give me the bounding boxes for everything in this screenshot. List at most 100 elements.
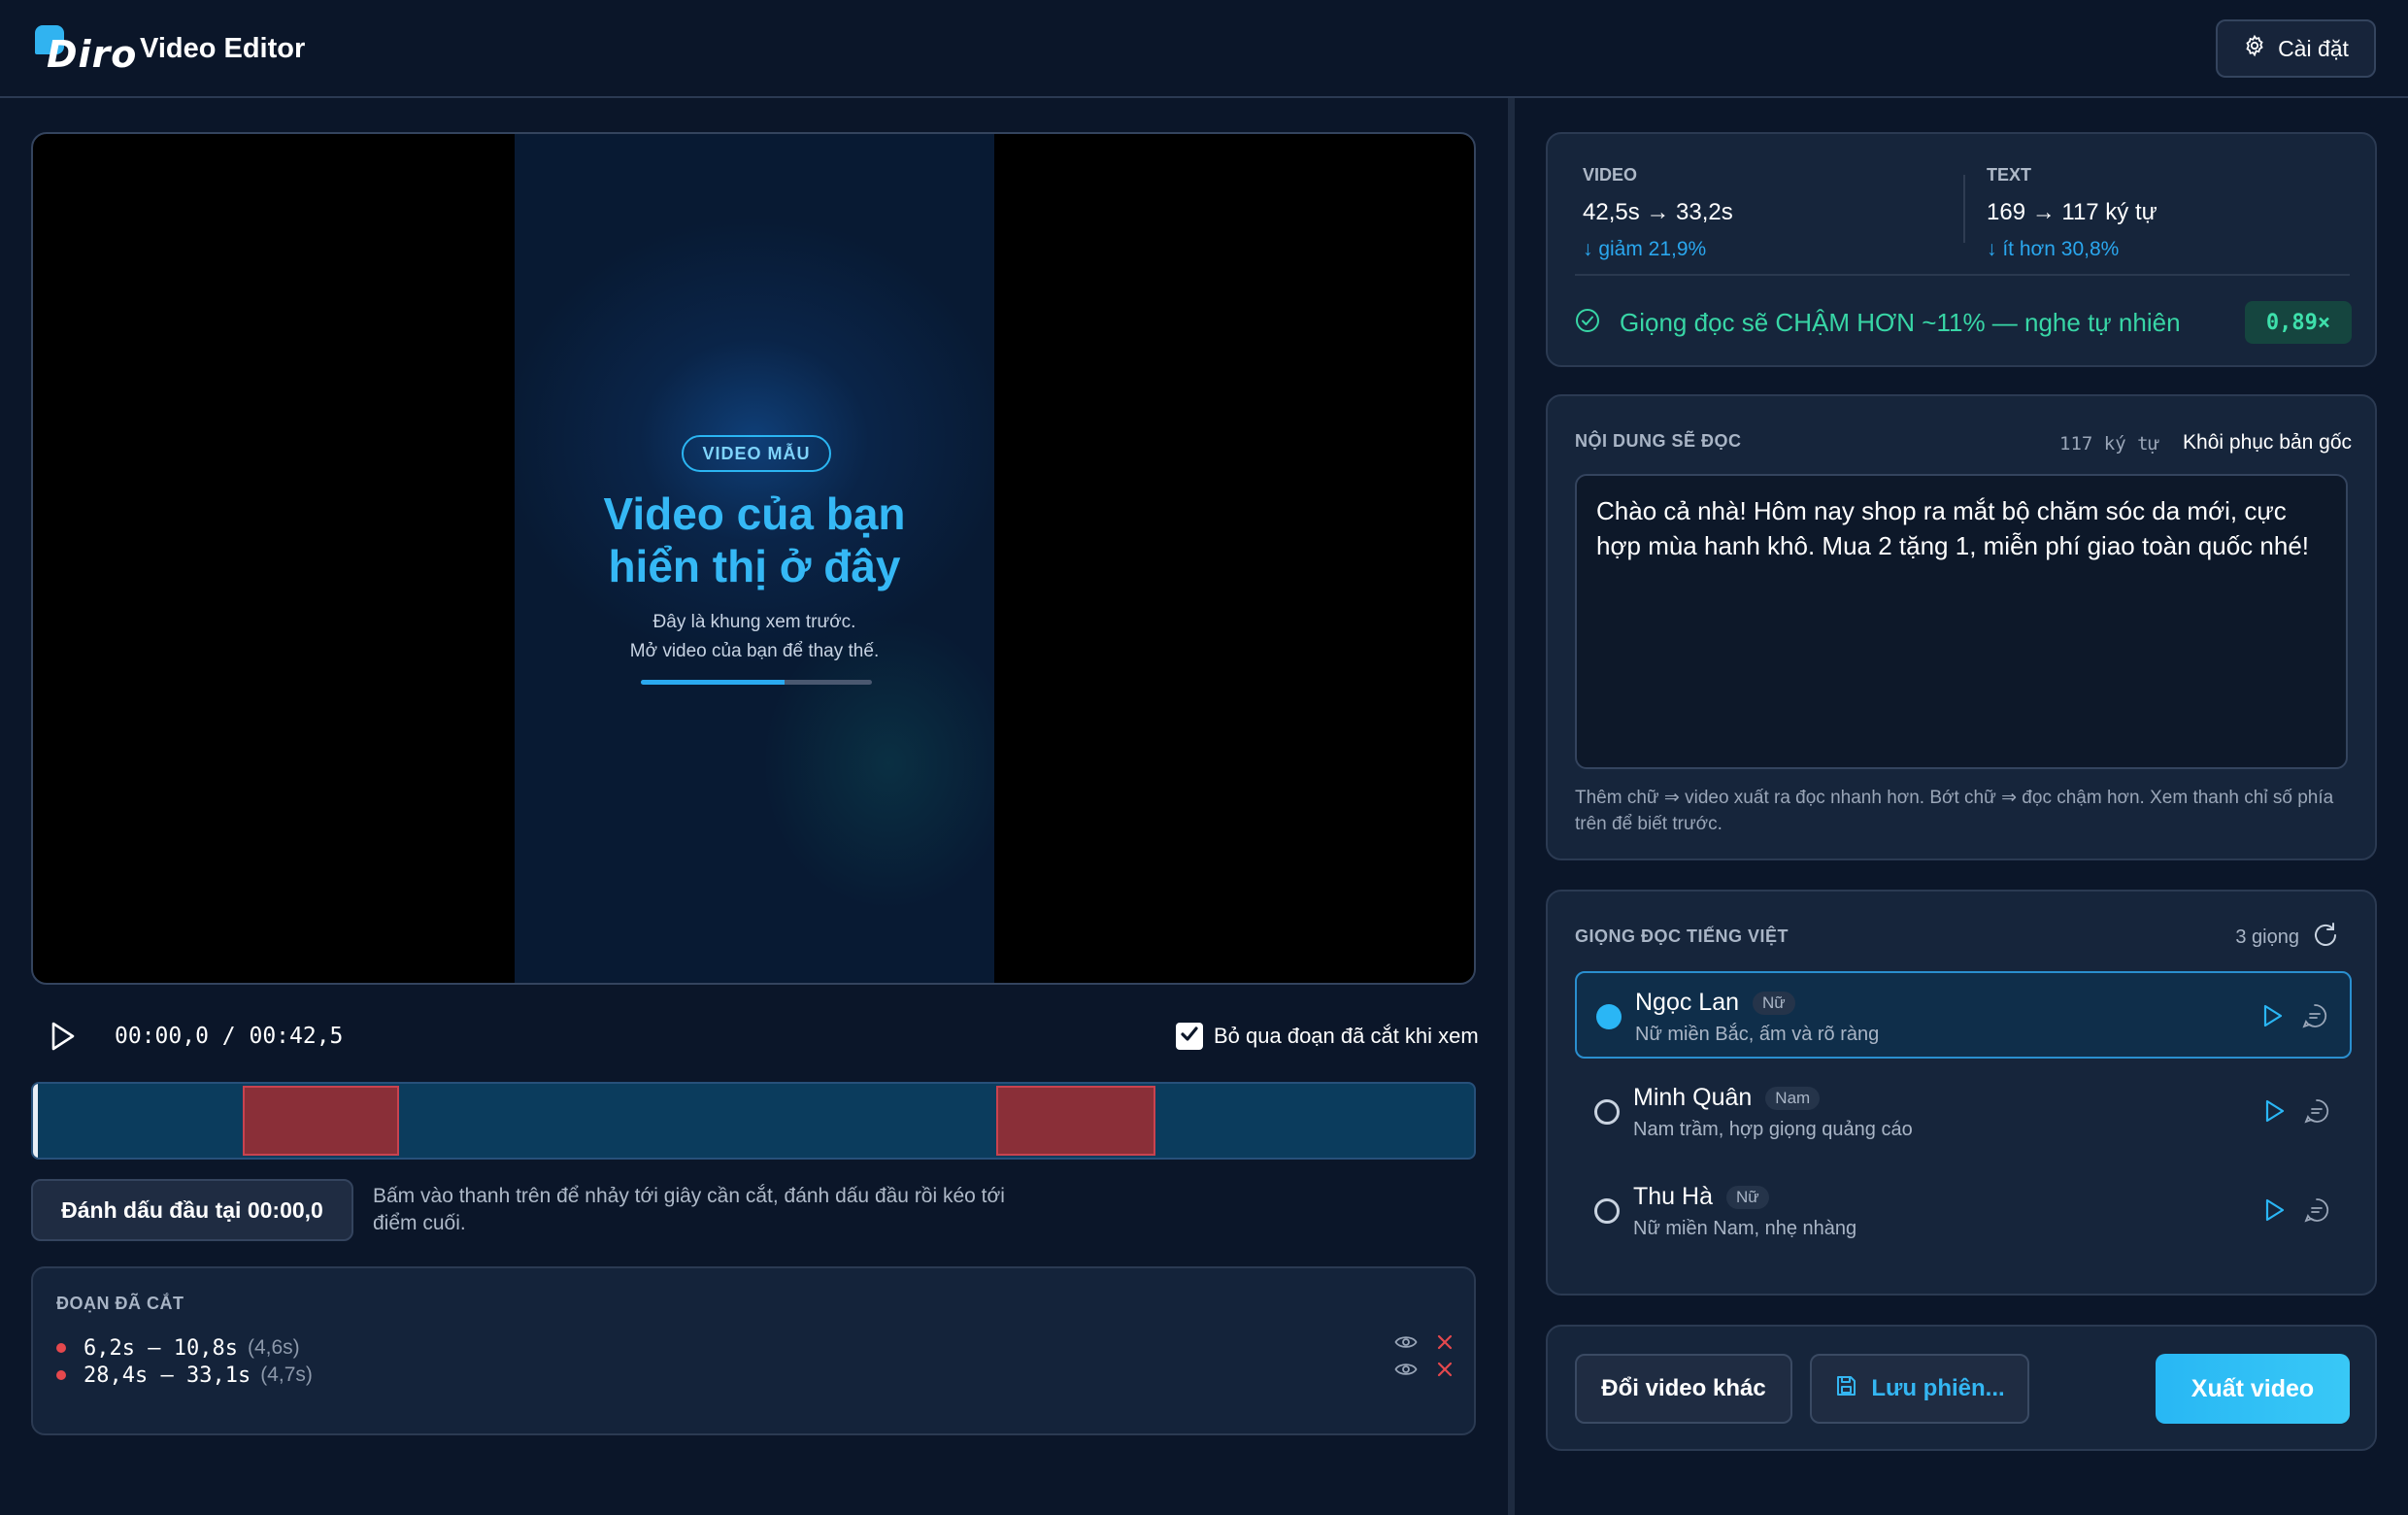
cut-item[interactable]: 28,4s – 33,1s (4,7s) — [56, 1360, 1455, 1391]
voice-name: Minh Quân — [1633, 1084, 1753, 1111]
voice-description: Nữ miền Bắc, ấm và rõ ràng — [1635, 1024, 1880, 1045]
save-session-label: Lưu phiên... — [1871, 1375, 2005, 1401]
stat-separator — [1963, 175, 1965, 243]
text-stat-value: 169 → 117 ký tự — [1987, 199, 2157, 225]
video-preview[interactable]: VIDEO MẪU Video của bạn hiển thị ở đây Đ… — [31, 132, 1476, 985]
video-stat-value: 42,5s → 33,2s — [1583, 199, 1733, 225]
play-button[interactable] — [49, 1020, 78, 1053]
voice-speed-text: Giọng đọc sẽ CHẬM HƠN ~11% — nghe tự nhi… — [1620, 307, 2181, 337]
play-preview-icon[interactable] — [2262, 1098, 2286, 1128]
check-icon — [1179, 1024, 1200, 1050]
voice-name: Ngọc Lan — [1635, 989, 1740, 1016]
preview-progress-fill — [641, 680, 785, 685]
preview-sub-line2: Mở video của bạn để thay thế. — [629, 641, 880, 661]
text-stat-label: TEXT — [1987, 165, 2032, 185]
mark-start-button[interactable]: Đánh dấu đầu tại 00:00,0 — [31, 1179, 353, 1241]
logo-text: Diro — [47, 33, 138, 76]
video-stat-label: VIDEO — [1583, 165, 1638, 185]
voice-radio[interactable] — [1594, 1099, 1620, 1125]
stats-card: VIDEO 42,5s → 33,2s ↓ giảm 21,9% TEXT 16… — [1546, 132, 2377, 367]
preview-sub-line1: Đây là khung xem trước. — [652, 612, 856, 632]
script-hint: Thêm chữ ⇒ video xuất ra đọc nhanh hơn. … — [1575, 788, 2334, 834]
stat-divider — [1575, 274, 2350, 276]
timeline-playhead[interactable] — [33, 1084, 38, 1158]
delete-icon[interactable] — [1435, 1360, 1455, 1384]
voice-option-minh-quan[interactable]: Minh Quân Nam Nam trầm, hợp giọng quảng … — [1575, 1068, 2352, 1156]
change-video-button[interactable]: Đổi video khác — [1575, 1354, 1792, 1424]
voice-radio[interactable] — [1594, 1198, 1620, 1224]
gear-icon — [2243, 34, 2266, 63]
cut-duration: (4,6s) — [247, 1336, 300, 1359]
text-stat: TEXT 169 → 117 ký tự ↓ ít hơn 30,8% — [1987, 165, 2157, 261]
voice-gender-tag: Nữ — [1725, 1185, 1769, 1209]
app-header: Diro Video Editor Cài đặt — [0, 0, 2408, 98]
cut-range: 28,4s – 33,1s — [84, 1363, 251, 1388]
video-stat-change: ↓ giảm 21,9% — [1583, 238, 1707, 260]
sample-message-icon[interactable] — [2303, 1097, 2330, 1129]
panel-divider[interactable] — [1508, 98, 1515, 1515]
script-header: NỘI DUNG SẼ ĐỌC 117 ký tự Khôi phục bản … — [1575, 431, 2352, 458]
char-count: 117 ký tự — [2059, 433, 2159, 454]
skip-cuts-checkbox[interactable] — [1176, 1023, 1203, 1050]
eye-icon[interactable] — [1394, 1333, 1418, 1356]
voice-name-row: Thu Hà Nữ — [1633, 1183, 1769, 1211]
voice-title: GIỌNG ĐỌC TIẾNG VIỆT — [1575, 926, 1789, 946]
save-icon — [1834, 1374, 1857, 1404]
cut-dot — [56, 1343, 66, 1353]
change-video-label: Đổi video khác — [1601, 1375, 1766, 1401]
save-session-button[interactable]: Lưu phiên... — [1810, 1354, 2029, 1424]
preview-title: Video của bạn hiển thị ở đây — [515, 488, 994, 592]
app-title: Video Editor — [140, 33, 306, 64]
refresh-icon[interactable] — [2311, 921, 2340, 955]
voice-header: GIỌNG ĐỌC TIẾNG VIỆT 3 giọng — [1575, 921, 2352, 954]
check-circle-icon — [1575, 308, 1600, 338]
export-card: Đổi video khác Lưu phiên... Xuất video — [1546, 1325, 2377, 1451]
play-icon — [49, 1022, 78, 1057]
voice-option-ngoc-lan[interactable]: Ngọc Lan Nữ Nữ miền Bắc, ấm và rõ ràng — [1575, 971, 2352, 1059]
script-card: NỘI DUNG SẼ ĐỌC 117 ký tự Khôi phục bản … — [1546, 394, 2377, 860]
play-preview-icon[interactable] — [2260, 1003, 2284, 1033]
timecode: 00:00,0 / 00:42,5 — [115, 1024, 344, 1049]
timeline-cut-segment[interactable] — [995, 1086, 1155, 1156]
voice-name-row: Minh Quân Nam — [1633, 1084, 1821, 1112]
voice-option-thu-ha[interactable]: Thu Hà Nữ Nữ miền Nam, nhẹ nhàng — [1575, 1167, 2352, 1255]
voice-name: Thu Hà — [1633, 1183, 1713, 1210]
eye-icon[interactable] — [1394, 1361, 1418, 1383]
cut-duration: (4,7s) — [260, 1364, 313, 1386]
timeline-cut-segment[interactable] — [243, 1086, 400, 1156]
delete-icon[interactable] — [1435, 1332, 1455, 1357]
sample-message-icon[interactable] — [2301, 1002, 2328, 1034]
preview-title-line1: Video của bạn — [603, 488, 906, 539]
settings-button[interactable]: Cài đặt — [2216, 19, 2376, 78]
video-stat: VIDEO 42,5s → 33,2s ↓ giảm 21,9% — [1583, 165, 1733, 261]
voice-description: Nam trầm, hợp giọng quảng cáo — [1633, 1119, 1913, 1140]
preview-title-line2: hiển thị ở đây — [608, 541, 901, 591]
voice-gender-tag: Nữ — [1753, 991, 1795, 1015]
voice-gender-tag: Nam — [1765, 1086, 1821, 1110]
cut-range: 6,2s – 10,8s — [84, 1335, 238, 1361]
skip-cuts-label[interactable]: Bỏ qua đoạn đã cắt khi xem — [1214, 1024, 1479, 1049]
sample-message-icon[interactable] — [2303, 1196, 2330, 1229]
play-preview-icon[interactable] — [2262, 1197, 2286, 1228]
cuts-panel: ĐOẠN ĐÃ CẮT 6,2s – 10,8s (4,6s) 28,4s – … — [31, 1266, 1476, 1435]
preview-progress-bar — [641, 680, 872, 685]
text-stat-change: ↓ ít hơn 30,8% — [1987, 238, 2120, 260]
export-video-button[interactable]: Xuất video — [2156, 1354, 2350, 1424]
voice-count: 3 giọng — [2235, 926, 2299, 948]
video-canvas: VIDEO MẪU Video của bạn hiển thị ở đây Đ… — [515, 134, 994, 983]
script-textarea[interactable]: Chào cả nhà! Hôm nay shop ra mắt bộ chăm… — [1575, 474, 2348, 769]
voice-name-row: Ngọc Lan Nữ — [1635, 989, 1795, 1017]
sample-badge: VIDEO MẪU — [682, 435, 831, 472]
restore-original-button[interactable]: Khôi phục bản gốc — [2183, 431, 2352, 454]
voice-description: Nữ miền Nam, nhẹ nhàng — [1633, 1218, 1857, 1239]
mark-help-text: Bấm vào thanh trên để nhảy tới giây cần … — [373, 1185, 1005, 1234]
cut-timeline[interactable] — [31, 1082, 1476, 1160]
voice-speed-note: Giọng đọc sẽ CHẬM HƠN ~11% — nghe tự nhi… — [1575, 301, 2352, 344]
app-logo[interactable]: Diro — [35, 23, 136, 78]
voice-radio[interactable] — [1596, 1004, 1622, 1029]
preview-subtitle: Đây là khung xem trước. Mở video của bạn… — [515, 608, 994, 666]
cuts-title: ĐOẠN ĐÃ CẮT — [56, 1294, 184, 1313]
voice-card: GIỌNG ĐỌC TIẾNG VIỆT 3 giọng Ngọc Lan Nữ… — [1546, 890, 2377, 1296]
settings-label: Cài đặt — [2278, 35, 2349, 61]
speed-badge: 0,89× — [2245, 301, 2352, 344]
